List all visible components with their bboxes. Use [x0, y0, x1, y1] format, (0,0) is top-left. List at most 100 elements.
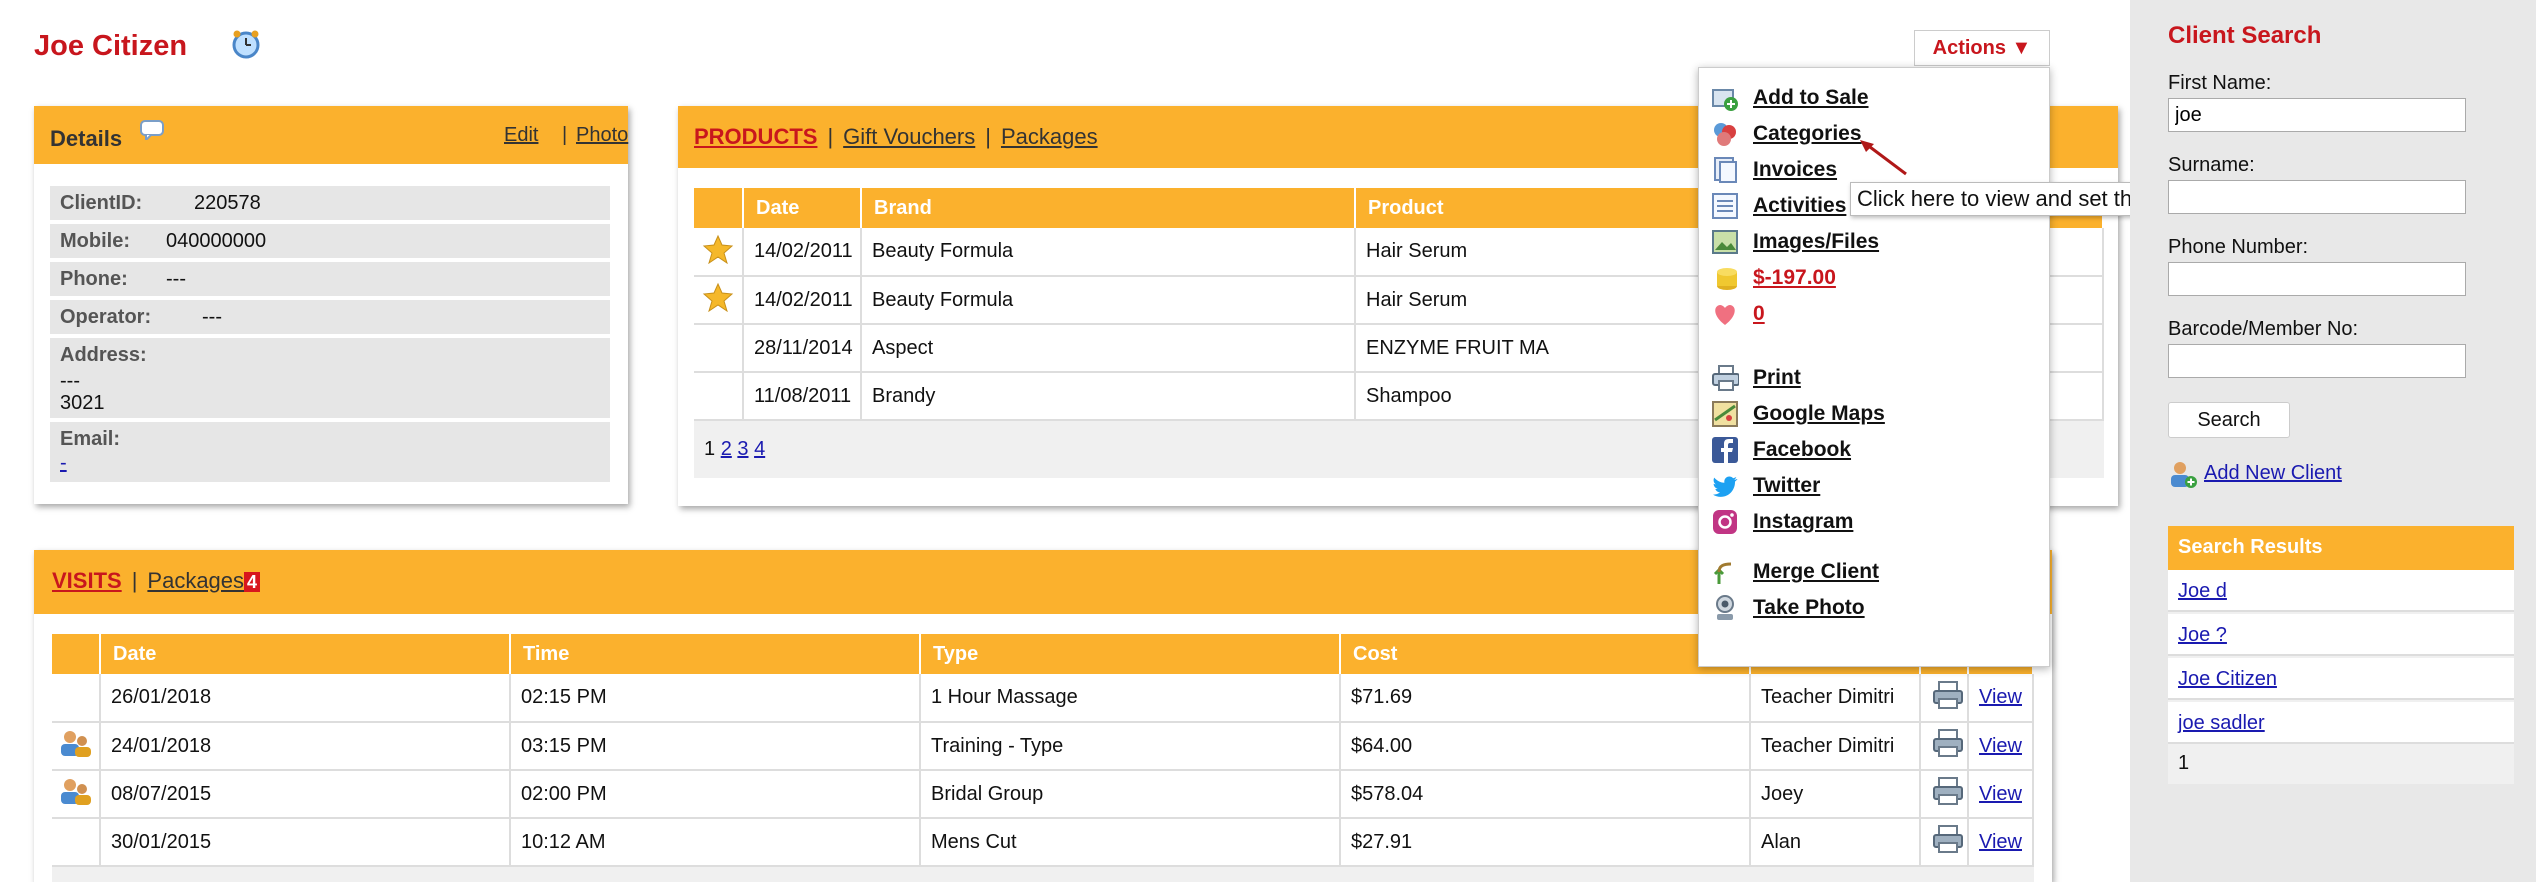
add-user-icon — [2171, 462, 2197, 488]
phone-label: Phone: — [60, 268, 128, 290]
search-button[interactable]: Search — [2168, 402, 2290, 438]
printer-icon[interactable] — [1931, 680, 1965, 710]
images-files-icon — [1712, 230, 1738, 254]
print-cell[interactable] — [1920, 770, 1969, 819]
list-item[interactable]: Joe d — [2168, 570, 2514, 612]
cell-time: 02:00 PM — [510, 770, 921, 819]
operator-row: Operator: --- — [50, 300, 610, 334]
menu-images-files[interactable]: Images/Files — [1753, 230, 1879, 254]
menu-google-maps[interactable]: Google Maps — [1753, 402, 1885, 426]
view-link[interactable]: View — [1979, 783, 2022, 805]
list-item[interactable]: joe sadler — [2168, 702, 2514, 744]
alarm-clock-icon[interactable] — [230, 28, 262, 60]
table-row[interactable]: 26/01/2018 02:15 PM 1 Hour Massage $71.6… — [52, 674, 2034, 723]
print-cell[interactable] — [1920, 818, 1969, 867]
cell-brand: Aspect — [861, 324, 1356, 373]
phone-number-input[interactable] — [2168, 262, 2466, 296]
cell-date: 30/01/2015 — [100, 818, 511, 867]
menu-activities[interactable]: Activities — [1753, 194, 1846, 218]
list-item[interactable]: Joe Citizen — [2168, 658, 2514, 700]
printer-icon[interactable] — [1931, 728, 1965, 758]
operator-label: Operator: — [60, 306, 152, 328]
menu-loyalty[interactable]: 0 — [1753, 302, 1765, 326]
photo-link[interactable]: Photo — [576, 124, 628, 147]
first-name-input[interactable] — [2168, 98, 2466, 132]
menu-add-to-sale[interactable]: Add to Sale — [1753, 86, 1869, 110]
cell-type: 1 Hour Massage — [920, 674, 1341, 723]
address-label: Address: — [60, 344, 147, 366]
client-id-label: ClientID: — [60, 192, 143, 214]
tab-gift-vouchers[interactable]: Gift Vouchers — [843, 124, 975, 149]
print-cell[interactable] — [1920, 722, 1969, 771]
cell-date: 11/08/2011 — [743, 372, 862, 421]
operator-value: --- — [202, 306, 222, 328]
table-row[interactable]: 24/01/2018 03:15 PM Training - Type $64.… — [52, 722, 2034, 771]
col-brand: Brand — [861, 188, 1356, 228]
products-pagination: 1 2 3 4 — [704, 438, 765, 461]
cell-staff: Teacher Dimitri — [1750, 674, 1921, 723]
visits-table: Date Time Type Cost 26/01/2018 02:15 PM … — [52, 634, 2034, 867]
cell-type: Mens Cut — [920, 818, 1341, 867]
menu-print[interactable]: Print — [1753, 366, 1801, 390]
tab-visits[interactable]: VISITS — [52, 568, 122, 593]
client-id-row: ClientID: 220578 — [50, 186, 610, 220]
list-item[interactable]: Joe ? — [2168, 614, 2514, 656]
surname-input[interactable] — [2168, 180, 2466, 214]
cell-date: 08/07/2015 — [100, 770, 511, 819]
empty-cell — [52, 674, 101, 723]
print-cell[interactable] — [1920, 674, 1969, 723]
menu-twitter[interactable]: Twitter — [1753, 474, 1820, 498]
table-row[interactable]: 30/01/2015 10:12 AM Mens Cut $27.91 Alan… — [52, 818, 2034, 867]
barcode-label: Barcode/Member No: — [2168, 318, 2359, 340]
view-link[interactable]: View — [1979, 831, 2022, 853]
printer-icon[interactable] — [1931, 776, 1965, 806]
view-link[interactable]: View — [1979, 735, 2022, 757]
client-search-title: Client Search — [2168, 22, 2322, 49]
tab-visit-packages[interactable]: Packages — [147, 568, 244, 593]
cell-date: 26/01/2018 — [100, 674, 511, 723]
comment-icon[interactable] — [140, 120, 164, 140]
result-link[interactable]: Joe d — [2178, 580, 2227, 603]
actions-button[interactable]: Actions ▼ — [1914, 30, 2050, 66]
page-link[interactable]: 2 — [721, 438, 732, 460]
table-row[interactable]: 08/07/2015 02:00 PM Bridal Group $578.04… — [52, 770, 2034, 819]
separator: | — [562, 124, 568, 146]
empty-cell — [694, 324, 744, 373]
results-page: 1 — [2178, 752, 2190, 774]
cell-type: Training - Type — [920, 722, 1341, 771]
result-link[interactable]: Joe Citizen — [2178, 668, 2277, 691]
menu-categories[interactable]: Categories — [1753, 122, 1862, 146]
tab-products[interactable]: PRODUCTS — [694, 124, 817, 149]
result-link[interactable]: Joe ? — [2178, 624, 2227, 647]
result-link[interactable]: joe sadler — [2178, 712, 2265, 735]
edit-link[interactable]: Edit — [504, 124, 538, 147]
email-label: Email: — [60, 428, 121, 450]
page-link[interactable]: 3 — [737, 438, 748, 460]
cell-type: Bridal Group — [920, 770, 1341, 819]
mobile-value: 040000000 — [166, 230, 267, 252]
page-link[interactable]: 4 — [754, 438, 765, 460]
separator: | — [827, 124, 834, 149]
menu-facebook[interactable]: Facebook — [1753, 438, 1851, 462]
menu-instagram[interactable]: Instagram — [1753, 510, 1853, 534]
printer-icon[interactable] — [1931, 824, 1965, 854]
coins-icon — [1717, 268, 1737, 290]
add-new-client-link[interactable]: Add New Client — [2204, 462, 2342, 485]
cell-date: 14/02/2011 — [743, 228, 862, 277]
tab-packages[interactable]: Packages — [1001, 124, 1098, 149]
col-cost: Cost — [1340, 634, 1751, 674]
menu-take-photo[interactable]: Take Photo — [1753, 596, 1865, 620]
surname-label: Surname: — [2168, 154, 2255, 176]
visits-table-wrap: Date Time Type Cost 26/01/2018 02:15 PM … — [52, 634, 2034, 882]
menu-balance[interactable]: $-197.00 — [1753, 266, 1836, 290]
email-link[interactable]: - — [60, 452, 67, 475]
menu-invoices[interactable]: Invoices — [1753, 158, 1837, 182]
search-results-header: Search Results — [2168, 526, 2514, 570]
menu-merge-client[interactable]: Merge Client — [1753, 560, 1879, 584]
barcode-input[interactable] — [2168, 344, 2466, 378]
tooltip-arrow-icon — [1860, 140, 1907, 176]
group-icon-cell — [52, 722, 101, 771]
col-time: Time — [510, 634, 921, 674]
star-icon — [702, 282, 734, 313]
view-link[interactable]: View — [1979, 686, 2022, 708]
